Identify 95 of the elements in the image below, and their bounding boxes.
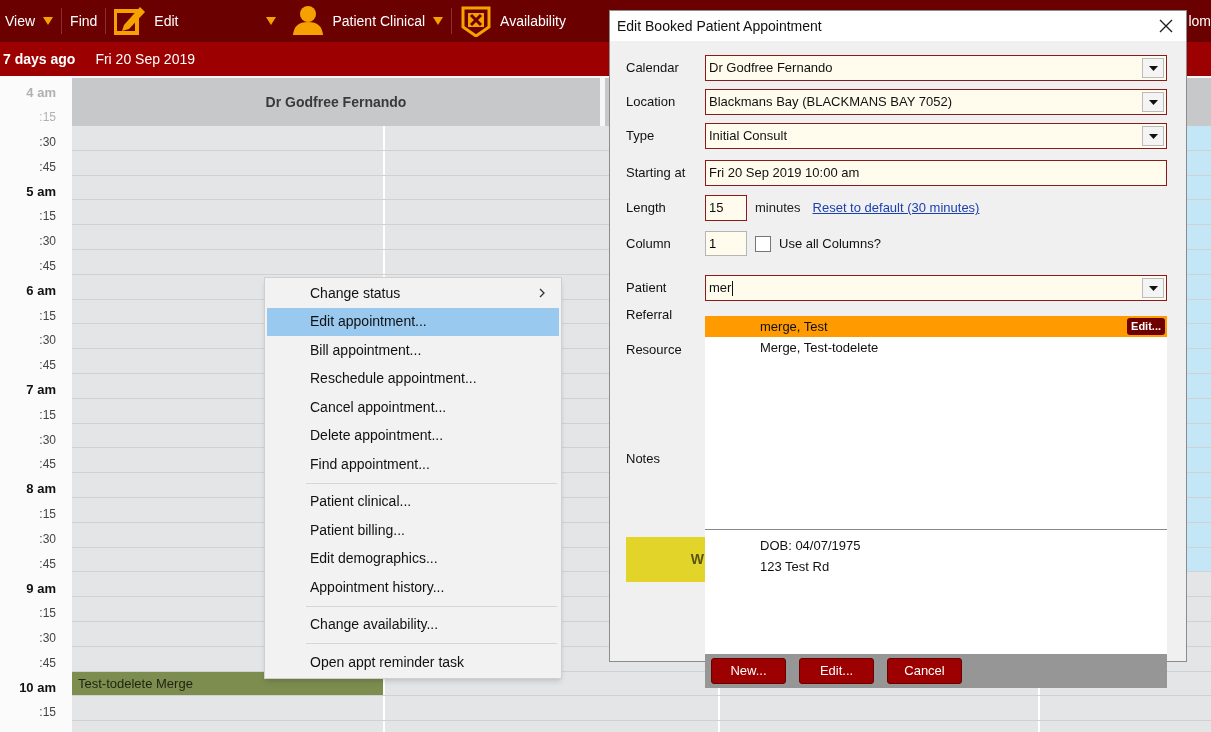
number-field[interactable]: 15 [705, 195, 747, 221]
dropdown-button[interactable] [1142, 92, 1164, 112]
dropdown-field[interactable]: Blackmans Bay (BLACKMANS BAY 7052) [705, 89, 1167, 115]
dialog-button[interactable]: Cancel [887, 658, 962, 684]
menu-item[interactable]: Change availability... [267, 610, 559, 639]
reset-link[interactable]: Reset to default (30 minutes) [812, 198, 980, 218]
toolbar-button[interactable]: Edit [106, 0, 285, 42]
time-label: :45 [39, 357, 56, 375]
field-label: Starting at [626, 164, 687, 183]
toolbar-button[interactable]: View [0, 0, 62, 42]
dropdown-button[interactable] [1142, 126, 1164, 146]
menu-item[interactable]: Edit demographics... [267, 544, 559, 573]
time-label: :45 [39, 158, 56, 176]
status-block: W [626, 537, 706, 582]
time-label: 8 am [26, 480, 56, 499]
menu-item[interactable]: Patient billing... [267, 516, 559, 545]
caret-down-icon [1148, 285, 1158, 291]
field-label: Calendar [626, 59, 680, 78]
time-label: :15 [39, 406, 56, 424]
toolbar-button[interactable]: Patient Clinical [284, 0, 452, 42]
dropdown-button[interactable] [1142, 58, 1164, 78]
menu-item[interactable]: Patient clinical... [267, 487, 559, 516]
caret-icon [433, 17, 444, 25]
field-label: Column [626, 234, 672, 253]
number-field[interactable]: 1 [705, 231, 747, 256]
person-icon [292, 5, 325, 37]
time-label: :15 [39, 208, 56, 226]
patient-result[interactable]: merge, Test Edit... [705, 316, 1167, 337]
time-label: 6 am [26, 282, 56, 300]
dialog-button[interactable]: Edit... [799, 658, 874, 684]
checkbox-label: Use all Columns? [779, 234, 881, 253]
dropdown-field[interactable]: Dr Godfree Fernando [705, 55, 1167, 81]
field-label: Location [626, 93, 677, 112]
shield-x-icon [460, 5, 493, 37]
time-label: :30 [39, 530, 56, 548]
time-label: 10 am [19, 678, 56, 697]
close-icon [1159, 19, 1173, 33]
time-label: :30 [39, 431, 56, 449]
caret-icon [266, 17, 277, 25]
time-label: :15 [39, 704, 56, 722]
menu-item[interactable]: Cancel appointment... [267, 393, 559, 422]
edit-button[interactable]: Edit... [1127, 318, 1165, 335]
menu-item[interactable]: Reschedule appointment... [267, 364, 559, 393]
time-label: :15 [39, 109, 56, 127]
current-date: Fri 20 Sep 2019 [95, 49, 195, 69]
relative-date: 7 days ago [3, 49, 76, 69]
unit-label: minutes [755, 199, 801, 218]
field-label: Type [626, 127, 656, 146]
dialog-button[interactable]: New... [711, 658, 786, 684]
dropdown-button[interactable] [1142, 278, 1164, 298]
time-label: :15 [39, 505, 56, 523]
field-label: Referral [626, 306, 674, 325]
time-label: :30 [39, 332, 56, 350]
field-label: Length [626, 199, 667, 218]
menu-item[interactable]: Appointment history... [267, 573, 559, 602]
chevron-right-icon [539, 288, 545, 299]
column-header: Dr Godfree Fernando [72, 78, 600, 126]
time-label: :15 [39, 307, 56, 325]
time-label: :45 [39, 456, 56, 474]
combo-box[interactable]: mer [705, 275, 1167, 301]
caret-down-icon [1148, 65, 1158, 71]
time-label: :45 [39, 257, 56, 275]
dialog-title: Edit Booked Patient Appointment [617, 16, 823, 36]
time-label: 4 am [26, 83, 56, 102]
dropdown-field[interactable]: Initial Consult [705, 123, 1167, 149]
field-label: Notes [626, 450, 661, 469]
time-label: :30 [39, 233, 56, 251]
menu-item[interactable]: Edit appointment... [267, 307, 559, 336]
field-label: Patient [626, 279, 668, 298]
text-cursor [732, 280, 734, 296]
time-label: :45 [39, 654, 56, 672]
time-label: :45 [39, 555, 56, 573]
patient-detail: 123 Test Rd [760, 558, 831, 576]
toolbar-button[interactable]: Availability [452, 0, 574, 42]
time-label: :30 [39, 629, 56, 647]
menu-item[interactable]: Find appointment... [267, 450, 559, 479]
time-label: :30 [39, 134, 56, 151]
time-label: :15 [39, 605, 56, 623]
text-field[interactable]: Fri 20 Sep 2019 10:00 am [705, 160, 1167, 186]
toolbar-label: lom [1188, 11, 1211, 31]
caret-icon [43, 17, 54, 25]
edit-icon [114, 5, 147, 37]
time-label: 9 am [26, 579, 56, 598]
checkbox[interactable] [755, 235, 771, 252]
field-label: Resource [626, 341, 683, 360]
menu-item[interactable]: Bill appointment... [267, 336, 559, 365]
menu-item[interactable]: Delete appointment... [267, 421, 559, 450]
toolbar-button[interactable]: Find [62, 0, 106, 42]
caret-down-icon [1148, 133, 1158, 139]
patient-detail: DOB: 04/07/1975 [760, 537, 862, 555]
menu-item[interactable]: Change status [267, 279, 559, 308]
patient-result[interactable]: Merge, Test-todelete [705, 337, 1167, 358]
time-label: 7 am [26, 381, 56, 400]
time-label: 5 am [26, 182, 56, 201]
caret-down-icon [1148, 99, 1158, 105]
